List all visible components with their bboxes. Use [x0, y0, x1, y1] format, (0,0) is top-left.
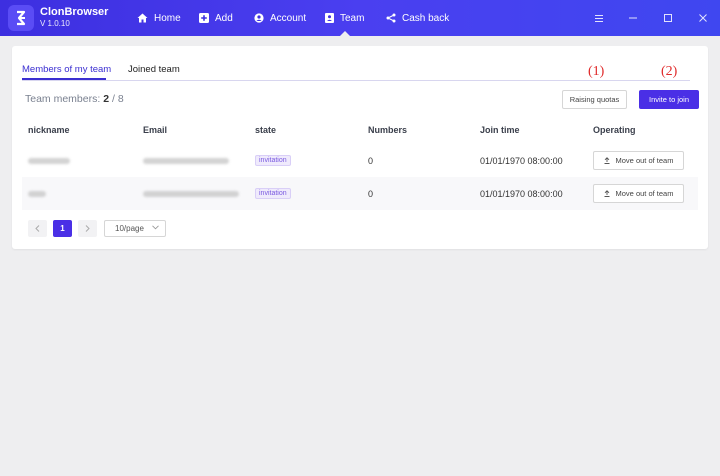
tab-joined-team[interactable]: Joined team: [128, 64, 180, 75]
share-icon: [386, 13, 396, 23]
menu-icon[interactable]: [582, 0, 616, 36]
state-cell: invitation: [255, 177, 291, 210]
page-size-select[interactable]: 10/page: [104, 220, 166, 237]
user-circle-icon: [254, 13, 264, 23]
maximize-icon[interactable]: [651, 0, 685, 36]
pagination: 1 10/page: [28, 220, 166, 237]
members-label: Team members:: [25, 93, 101, 105]
nav-home-label: Home: [154, 12, 181, 24]
page-size-value: 10/page: [115, 224, 144, 233]
nav-team[interactable]: Team: [325, 0, 364, 36]
join-time-cell: 01/01/1970 08:00:00: [480, 155, 563, 166]
title-bar: ClonBrowser V 1.0.10 Home Add Account Te…: [0, 0, 720, 36]
members-current: 2: [103, 93, 110, 105]
redacted-nickname: [28, 190, 46, 197]
nav-add-label: Add: [215, 12, 233, 24]
home-icon: [137, 13, 148, 23]
plus-square-icon: [199, 13, 209, 23]
header-email: Email: [143, 125, 168, 135]
table-header: nickname Email state Numbers Join time O…: [22, 116, 698, 144]
chevron-right-icon: [85, 225, 90, 232]
annotation-2: (2): [661, 64, 678, 79]
app-name: ClonBrowser: [40, 6, 109, 18]
app-logo-icon: [8, 5, 34, 31]
app-version: V 1.0.10: [40, 19, 70, 28]
move-out-label: Move out of team: [615, 156, 674, 165]
table-row: invitation 0 01/01/1970 08:00:00 Move ou…: [22, 177, 698, 210]
operating-cell: Move out of team: [593, 177, 684, 210]
minimize-icon[interactable]: [616, 0, 650, 36]
nav-team-label: Team: [340, 12, 365, 24]
nav-home[interactable]: Home: [137, 0, 181, 36]
active-tab-indicator: [22, 78, 106, 80]
nav-account[interactable]: Account: [254, 0, 306, 36]
team-icon: [325, 13, 334, 23]
nav-cash-back[interactable]: Cash back: [386, 0, 449, 36]
email-cell: [143, 144, 229, 177]
tab-members-of-my-team[interactable]: Members of my team: [22, 64, 111, 75]
move-out-of-team-button[interactable]: Move out of team: [593, 184, 684, 203]
nickname-cell: [28, 177, 46, 210]
redacted-nickname: [28, 157, 70, 164]
header-nickname: nickname: [28, 125, 70, 135]
state-cell: invitation: [255, 144, 291, 177]
chevron-down-icon: [152, 225, 159, 230]
close-icon[interactable]: [686, 0, 720, 36]
team-members-count: Team members: 2 / 8: [25, 93, 124, 105]
redacted-email: [143, 190, 239, 197]
members-max: 8: [117, 93, 124, 105]
members-table: nickname Email state Numbers Join time O…: [22, 116, 698, 210]
brand: ClonBrowser V 1.0.10: [40, 6, 108, 29]
nav-cash-back-label: Cash back: [402, 12, 450, 24]
prev-page-button[interactable]: [28, 220, 47, 237]
chevron-left-icon: [35, 225, 40, 232]
email-cell: [143, 177, 239, 210]
raising-quotas-button[interactable]: Raising quotas: [562, 90, 627, 109]
members-separator: /: [111, 93, 115, 105]
numbers-cell: 0: [368, 155, 374, 166]
nav-add[interactable]: Add: [199, 0, 233, 36]
header-state: state: [255, 125, 277, 135]
redacted-email: [143, 157, 229, 164]
upload-icon: [604, 157, 610, 164]
numbers-cell: 0: [368, 188, 374, 199]
operating-cell: Move out of team: [593, 144, 684, 177]
nickname-cell: [28, 144, 70, 177]
next-page-button[interactable]: [78, 220, 97, 237]
team-panel: Members of my team Joined team (1) (2) T…: [12, 46, 708, 249]
invite-to-join-button[interactable]: Invite to join: [639, 90, 699, 109]
table-row: invitation 0 01/01/1970 08:00:00 Move ou…: [22, 144, 698, 177]
annotation-1: (1): [588, 64, 605, 79]
page-button-current[interactable]: 1: [53, 220, 72, 237]
move-out-label: Move out of team: [615, 189, 674, 198]
nav-account-label: Account: [270, 12, 307, 24]
status-badge: invitation: [255, 155, 291, 166]
header-numbers: Numbers: [368, 125, 408, 135]
move-out-of-team-button[interactable]: Move out of team: [593, 151, 684, 170]
status-badge: invitation: [255, 188, 291, 199]
join-time-cell: 01/01/1970 08:00:00: [480, 188, 563, 199]
header-join-time: Join time: [480, 125, 520, 135]
upload-icon: [604, 190, 610, 197]
header-operating: Operating: [593, 125, 636, 135]
